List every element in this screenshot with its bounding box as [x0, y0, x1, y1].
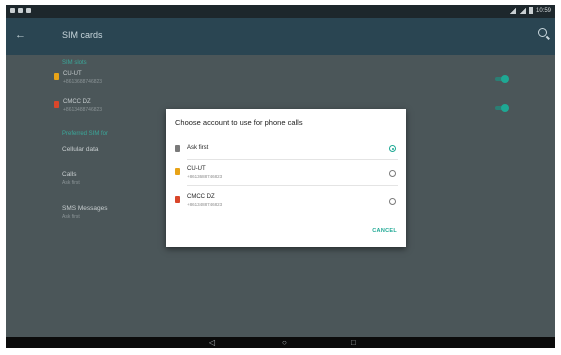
radio-button[interactable]	[389, 145, 396, 152]
option-number: +8613688746823	[187, 174, 223, 179]
wifi-icon	[508, 7, 516, 14]
option-name: CU-UT	[187, 166, 206, 172]
cancel-button[interactable]: CANCEL	[372, 228, 397, 234]
search-icon[interactable]	[538, 28, 547, 37]
app-bar: ← SIM cards	[6, 18, 555, 55]
navigation-bar: ◁ ○ □	[6, 337, 555, 348]
pref-sms[interactable]: SMS Messages	[62, 205, 108, 212]
sim-1-toggle[interactable]	[493, 75, 509, 83]
pref-calls-value: Ask first	[62, 180, 80, 186]
radio-button[interactable]	[389, 170, 396, 177]
option-name: CMCC DZ	[187, 194, 215, 200]
sim-card-icon	[54, 101, 59, 108]
sim-number: +8613688746823	[63, 79, 103, 85]
divider	[187, 159, 398, 160]
radio-button[interactable]	[389, 198, 396, 205]
option-sim-2[interactable]: CMCC DZ +8613488746823	[166, 189, 406, 213]
page-title: SIM cards	[62, 30, 103, 40]
prefs-section-header: Preferred SIM for	[62, 131, 109, 137]
recents-square-icon[interactable]: □	[351, 337, 356, 348]
signal-icon	[518, 7, 526, 14]
dialog-title: Choose account to use for phone calls	[175, 118, 303, 127]
sim-card-icon	[175, 168, 180, 175]
home-circle-icon[interactable]: ○	[282, 337, 287, 348]
sim-2-toggle[interactable]	[493, 104, 509, 112]
system-icons: 10:59	[508, 7, 551, 14]
notification-icon	[18, 8, 23, 13]
pref-calls[interactable]: Calls	[62, 171, 76, 178]
tablet-screen: 10:59 ← SIM cards SIM slots CU-UT +86136…	[6, 5, 555, 348]
phone-icon	[175, 145, 180, 152]
toggle-thumb	[501, 75, 509, 83]
divider	[187, 185, 398, 186]
sim-section-header: SIM slots	[62, 60, 87, 66]
battery-icon	[528, 7, 533, 14]
option-ask-first[interactable]: Ask first	[166, 136, 406, 160]
back-arrow-icon[interactable]: ←	[15, 29, 26, 41]
sim-name: CMCC DZ	[63, 99, 91, 105]
sim-card-icon	[54, 73, 59, 80]
pref-cellular-data[interactable]: Cellular data	[62, 146, 99, 153]
toggle-thumb	[501, 104, 509, 112]
option-name: Ask first	[187, 145, 209, 151]
status-bar: 10:59	[6, 5, 555, 18]
sim-name: CU-UT	[63, 71, 82, 77]
notification-icon	[10, 8, 15, 13]
pref-sms-value: Ask first	[62, 214, 80, 220]
clock: 10:59	[535, 7, 551, 14]
option-number: +8613488746823	[187, 202, 223, 207]
notification-icons	[10, 8, 31, 13]
back-triangle-icon[interactable]: ◁	[209, 337, 215, 348]
notification-icon	[26, 8, 31, 13]
option-sim-1[interactable]: CU-UT +8613688746823	[166, 161, 406, 185]
choose-account-dialog: Choose account to use for phone calls As…	[166, 109, 406, 247]
sim-number: +8613488746823	[63, 107, 103, 113]
sim-card-icon	[175, 196, 180, 203]
